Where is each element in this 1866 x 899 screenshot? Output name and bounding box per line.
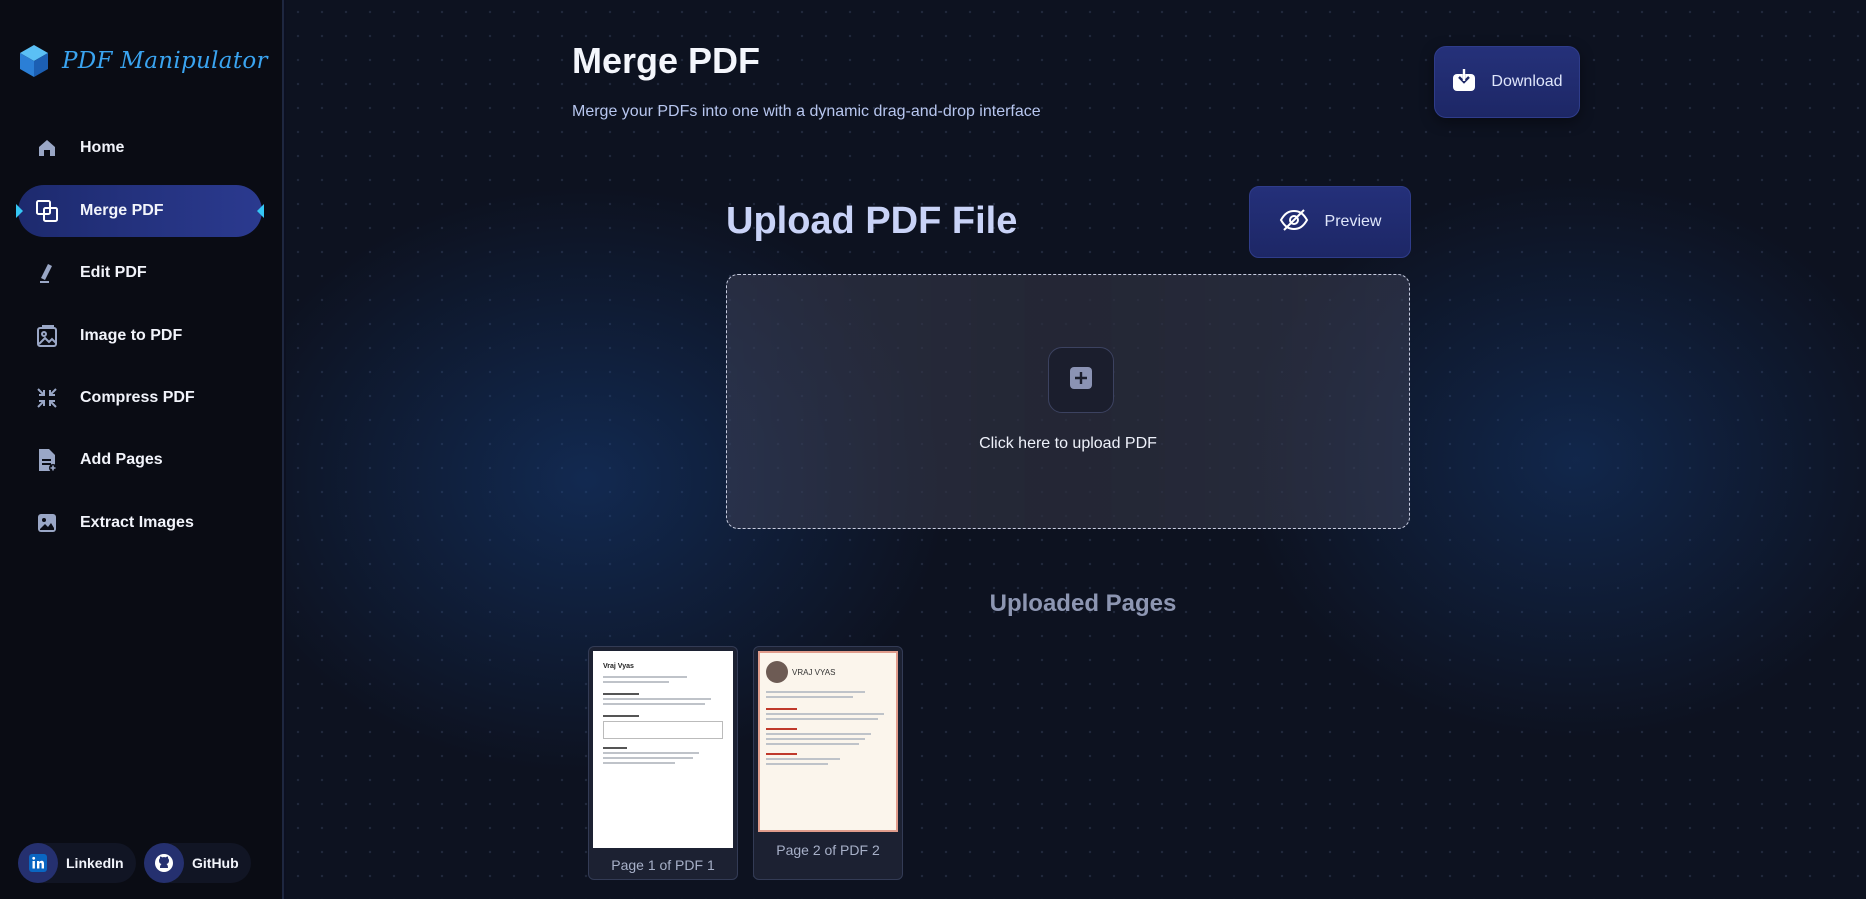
linkedin-label: LinkedIn bbox=[66, 855, 124, 871]
sidebar-item-label: Edit PDF bbox=[80, 264, 147, 281]
sidebar: PDF Manipulator Home Merge PDF Edit PDF bbox=[0, 0, 284, 899]
linkedin-link[interactable]: LinkedIn bbox=[18, 843, 136, 883]
sidebar-item-add-pages[interactable]: Add Pages bbox=[18, 434, 262, 486]
page-thumbnail[interactable]: VRAJ VYAS Page 2 of PDF 2 bbox=[753, 646, 903, 880]
pen-icon bbox=[34, 260, 60, 286]
github-label: GitHub bbox=[192, 855, 239, 871]
upload-dropzone-label: Click here to upload PDF bbox=[979, 435, 1157, 452]
page-preview-image: VRAJ VYAS bbox=[758, 651, 898, 832]
resume-name: Vraj Vyas bbox=[603, 663, 634, 670]
image-file-icon bbox=[34, 323, 60, 349]
page-caption: Page 1 of PDF 1 bbox=[611, 857, 715, 873]
upload-title: Upload PDF File bbox=[726, 200, 1018, 242]
linkedin-icon bbox=[18, 843, 58, 883]
sidebar-item-merge-pdf[interactable]: Merge PDF bbox=[16, 185, 264, 237]
sidebar-item-label: Add Pages bbox=[80, 451, 163, 468]
merge-icon bbox=[34, 198, 60, 224]
github-icon bbox=[144, 843, 184, 883]
sidebar-item-compress-pdf[interactable]: Compress PDF bbox=[18, 372, 262, 424]
compress-icon bbox=[34, 385, 60, 411]
sidebar-item-edit-pdf[interactable]: Edit PDF bbox=[18, 247, 262, 299]
github-link[interactable]: GitHub bbox=[144, 843, 251, 883]
sidebar-item-home[interactable]: Home bbox=[18, 122, 262, 174]
preview-label: Preview bbox=[1324, 213, 1382, 230]
page-title: Merge PDF bbox=[572, 40, 761, 81]
sidebar-item-extract-images[interactable]: Extract Images bbox=[18, 497, 262, 549]
page-subtitle: Merge your PDFs into one with a dynamic … bbox=[572, 103, 1041, 120]
sidebar-item-label: Home bbox=[80, 139, 125, 156]
resume-name: VRAJ VYAS bbox=[792, 667, 836, 677]
add-page-icon bbox=[34, 447, 60, 473]
cube-logo-icon bbox=[20, 45, 48, 77]
plus-icon bbox=[1070, 366, 1092, 394]
resume-photo bbox=[766, 661, 788, 683]
upload-plus-button[interactable] bbox=[1048, 347, 1114, 413]
preview-button[interactable]: Preview bbox=[1249, 186, 1411, 258]
eye-slash-icon bbox=[1279, 208, 1309, 236]
image-icon bbox=[34, 510, 60, 536]
download-icon bbox=[1451, 67, 1477, 98]
uploaded-pages-title: Uploaded Pages bbox=[989, 590, 1177, 617]
main-content: Merge PDF Merge your PDFs into one with … bbox=[286, 0, 1866, 899]
download-button[interactable]: Download bbox=[1434, 46, 1580, 118]
page-caption: Page 2 of PDF 2 bbox=[776, 842, 880, 858]
sidebar-item-label: Merge PDF bbox=[80, 202, 164, 219]
page-preview-image: Vraj Vyas bbox=[593, 651, 733, 848]
sidebar-item-label: Image to PDF bbox=[80, 327, 183, 344]
download-label: Download bbox=[1491, 73, 1563, 90]
home-icon bbox=[34, 135, 60, 161]
sidebar-item-label: Extract Images bbox=[80, 514, 194, 531]
upload-dropzone[interactable]: Click here to upload PDF bbox=[726, 274, 1410, 529]
brand[interactable]: PDF Manipulator bbox=[18, 42, 268, 80]
page-thumbnail[interactable]: Vraj Vyas Page 1 of PDF 1 bbox=[588, 646, 738, 880]
brand-name: PDF Manipulator bbox=[62, 48, 268, 74]
sidebar-item-image-to-pdf[interactable]: Image to PDF bbox=[18, 310, 262, 362]
sidebar-item-label: Compress PDF bbox=[80, 389, 195, 406]
